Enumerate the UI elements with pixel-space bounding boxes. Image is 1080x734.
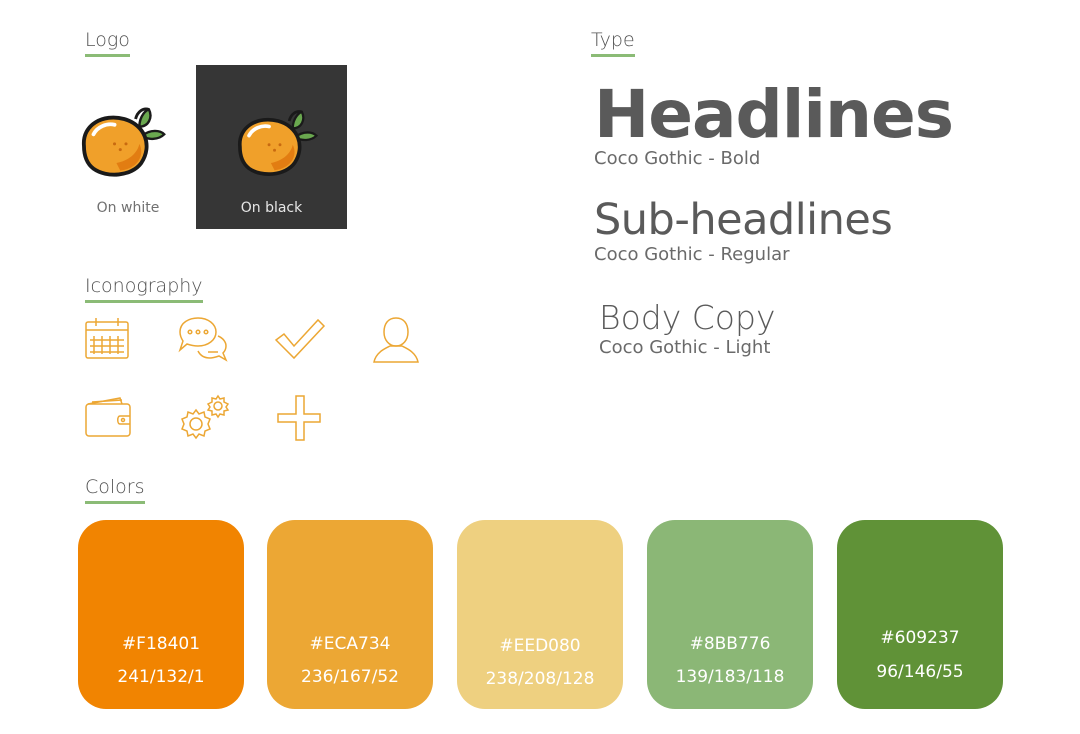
calendar-icon bbox=[82, 314, 134, 366]
wallet-icon bbox=[82, 392, 134, 444]
color-swatch: #609237 96/146/55 bbox=[837, 520, 1003, 709]
swatch-hex: #F18401 bbox=[121, 634, 201, 654]
body-type-sample: Body Copy Coco Gothic - Light bbox=[599, 299, 775, 359]
swatch-rgb: 241/132/1 bbox=[117, 667, 205, 687]
color-swatch: #F18401 241/132/1 bbox=[78, 520, 244, 709]
color-swatch: #ECA734 236/167/52 bbox=[267, 520, 433, 709]
orange-logo-icon bbox=[238, 110, 319, 176]
headline-sample-text: Headlines bbox=[594, 76, 954, 153]
logo-caption-on-black: On black bbox=[240, 200, 303, 216]
checkmark-icon bbox=[274, 314, 326, 366]
iconography-section-heading: Iconography bbox=[85, 274, 203, 303]
body-font-name: Coco Gothic - Light bbox=[599, 337, 771, 358]
logo-on-black-panel: On black bbox=[196, 65, 347, 229]
subheadline-sample-text: Sub-headlines bbox=[594, 195, 893, 245]
swatch-hex: #EED080 bbox=[499, 636, 581, 656]
swatch-rgb: 139/183/118 bbox=[675, 667, 785, 687]
swatch-rgb: 238/208/128 bbox=[485, 669, 595, 689]
swatch-rgb: 96/146/55 bbox=[876, 662, 964, 682]
logo-on-white-panel: On white bbox=[78, 90, 178, 230]
subheadline-type-sample: Sub-headlines Coco Gothic - Regular bbox=[594, 195, 893, 266]
colors-section-heading: Colors bbox=[85, 475, 145, 504]
swatch-hex: #609237 bbox=[880, 628, 960, 648]
chat-bubbles-icon bbox=[176, 314, 228, 366]
color-swatch: #8BB776 139/183/118 bbox=[647, 520, 813, 709]
swatch-rgb: 236/167/52 bbox=[301, 667, 399, 687]
user-icon bbox=[370, 314, 422, 366]
subheadline-font-name: Coco Gothic - Regular bbox=[594, 244, 790, 265]
logo-caption-on-white: On white bbox=[96, 200, 160, 216]
orange-logo-icon bbox=[82, 107, 166, 177]
logo-section-heading: Logo bbox=[85, 28, 130, 57]
type-section-heading: Type bbox=[591, 28, 635, 57]
color-swatch: #EED080 238/208/128 bbox=[457, 520, 623, 709]
swatch-hex: #ECA734 bbox=[309, 634, 391, 654]
body-sample-text: Body Copy bbox=[599, 298, 776, 337]
headline-type-sample: Headlines Coco Gothic - Bold bbox=[594, 76, 954, 170]
gears-icon bbox=[178, 392, 230, 444]
swatch-hex: #8BB776 bbox=[689, 634, 771, 654]
plus-icon bbox=[274, 392, 326, 444]
